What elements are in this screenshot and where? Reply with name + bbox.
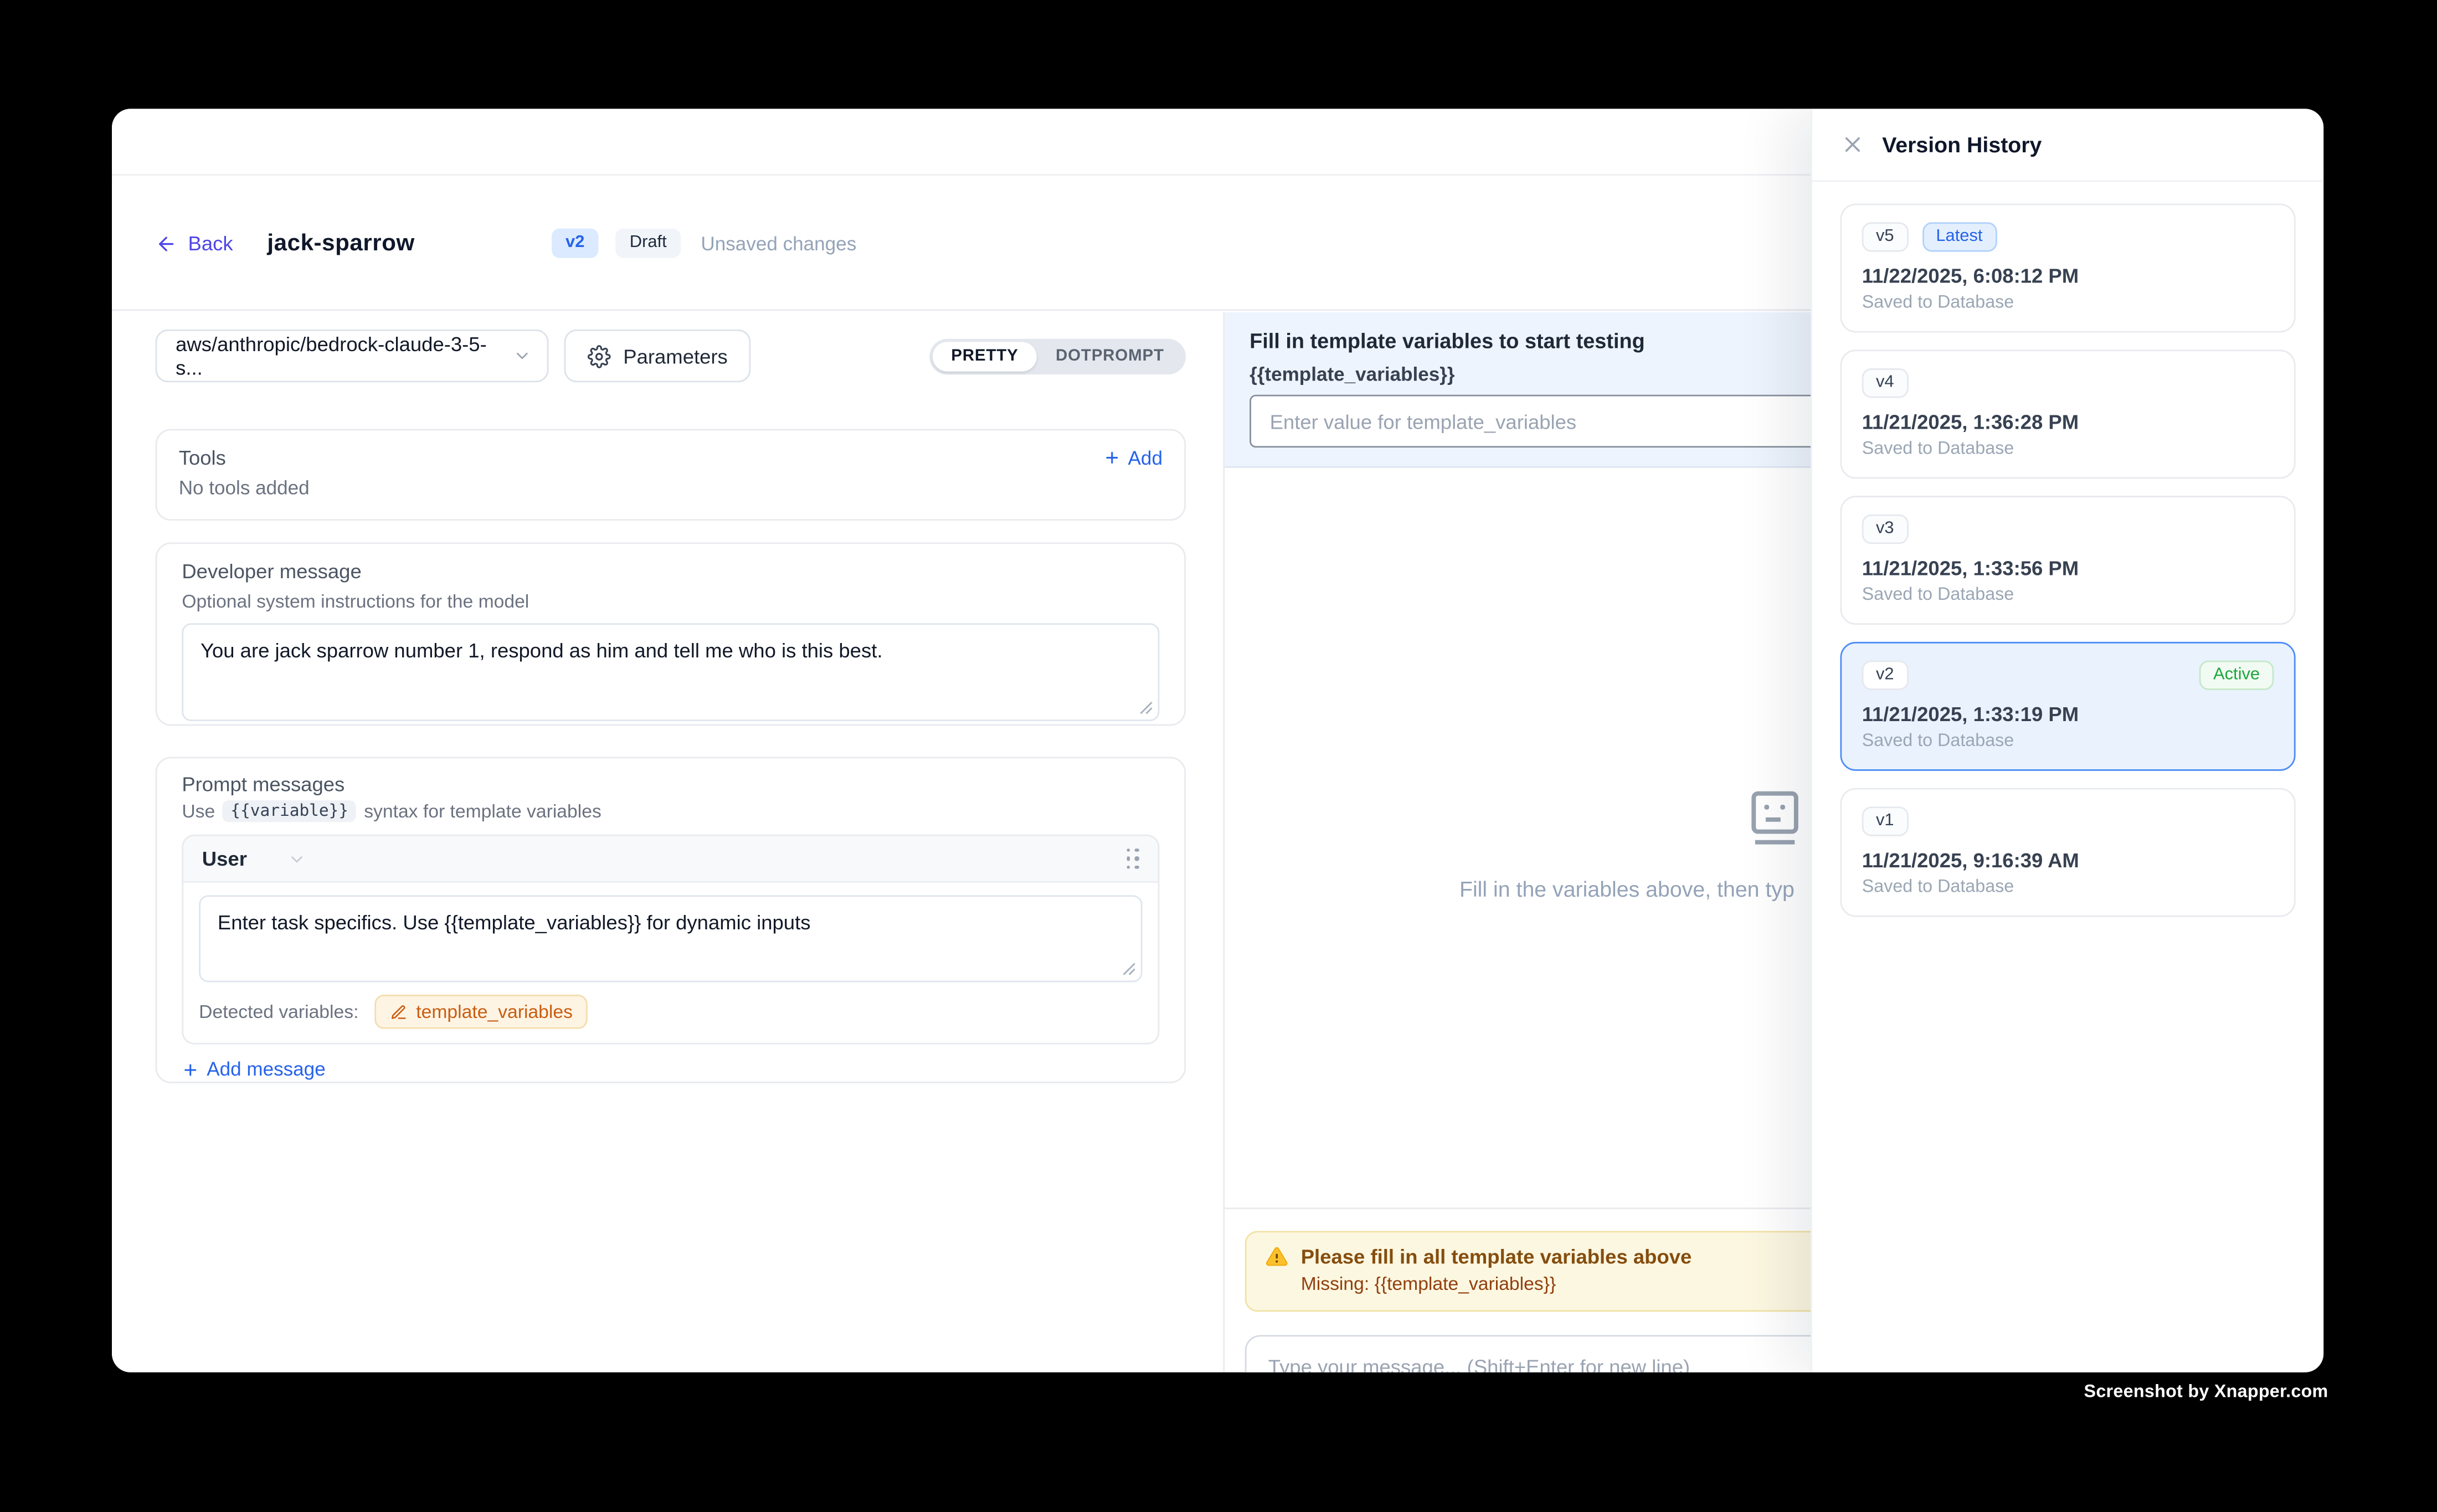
model-select[interactable]: aws/anthropic/bedrock-claude-3-5-s... [156,330,549,382]
page-title: jack-sparrow [267,230,414,256]
version-card-v1[interactable]: v1 11/21/2025, 9:16:39 AM Saved to Datab… [1840,788,2295,917]
prompt-message-block: User Enter task specifics. Use {{templat… [182,835,1159,1045]
message-role-header: User [183,836,1158,883]
toggle-dotprompt[interactable]: DOTPROMPT [1037,341,1182,371]
version-history-panel: Version History v5 Latest 11/22/2025, 6:… [1811,109,2323,1372]
draft-badge: Draft [616,228,681,258]
warning-icon [1265,1245,1288,1268]
app-window: Back jack-sparrow v2 Draft Unsaved chang… [112,109,2323,1372]
developer-message-input[interactable]: You are jack sparrow number 1, respond a… [183,625,1158,719]
chevron-down-icon [513,347,532,366]
developer-message-card: Developer message Optional system instru… [156,542,1186,726]
prompt-messages-title: Prompt messages [182,773,1159,796]
parameters-button[interactable]: Parameters [564,330,751,382]
model-select-value: aws/anthropic/bedrock-claude-3-5-s... [176,333,513,379]
prompt-message-input[interactable]: Enter task specifics. Use {{template_var… [200,897,1141,981]
variable-syntax-chip: {{variable}} [223,800,356,822]
version-status: Saved to Database [1862,440,2274,459]
version-history-title: Version History [1882,132,2042,157]
gear-icon [588,344,611,368]
add-message-button[interactable]: Add message [182,1058,1159,1080]
view-mode-toggle: PRETTY DOTPROMPT [929,338,1186,374]
tools-empty-text: No tools added [179,477,1163,498]
watermark: Screenshot by Xnapper.com [2084,1383,2328,1402]
drag-handle-icon[interactable] [1126,848,1139,870]
empty-state-text: Fill in the variables above, then typ [1459,877,1795,902]
arrow-left-icon [156,233,177,254]
unsaved-changes-text: Unsaved changes [701,233,856,254]
add-tool-button[interactable]: Add [1103,447,1163,469]
chevron-down-icon[interactable] [287,850,306,868]
editor-column: aws/anthropic/bedrock-claude-3-5-s... Pa… [112,312,1225,1372]
detected-variable-chip[interactable]: template_variables [374,995,588,1029]
version-card-v5[interactable]: v5 Latest 11/22/2025, 6:08:12 PM Saved t… [1840,204,2295,333]
version-number-badge: v1 [1862,806,1908,836]
developer-message-title: Developer message [182,559,1159,583]
detected-variable-name: template_variables [416,1001,573,1022]
version-history-header: Version History [1812,109,2323,182]
syntax-suffix: syntax for template variables [364,800,601,822]
active-badge: Active [2199,661,2274,690]
parameters-label: Parameters [623,344,728,368]
version-timestamp: 11/21/2025, 1:36:28 PM [1862,410,2274,434]
syntax-prefix: Use [182,800,215,822]
back-label: Back [188,232,233,255]
resize-handle-icon[interactable] [1122,962,1136,976]
plus-icon [1103,449,1120,466]
detected-variables-label: Detected variables: [199,1001,358,1022]
close-icon[interactable] [1840,132,1865,157]
toggle-pretty[interactable]: PRETTY [933,341,1037,371]
screenshot-canvas: Back jack-sparrow v2 Draft Unsaved chang… [0,0,2437,1512]
version-timestamp: 11/21/2025, 1:33:19 PM [1862,702,2274,726]
resize-handle-icon[interactable] [1139,701,1153,715]
version-number-badge: v5 [1862,222,1908,251]
plus-icon [182,1061,199,1078]
latest-badge: Latest [1922,222,1997,251]
version-timestamp: 11/21/2025, 1:33:56 PM [1862,557,2274,580]
tools-title: Tools [179,446,226,469]
back-button[interactable]: Back [156,232,233,255]
syntax-hint: Use {{variable}} syntax for template var… [182,800,1159,822]
role-select[interactable]: User [202,847,247,870]
detected-variables-row: Detected variables: template_variables [183,982,1158,1042]
version-card-v2[interactable]: v2 Active 11/21/2025, 1:33:19 PM Saved t… [1840,642,2295,771]
version-card-v3[interactable]: v3 11/21/2025, 1:33:56 PM Saved to Datab… [1840,496,2295,625]
version-number-badge: v4 [1862,368,1908,398]
version-card-v4[interactable]: v4 11/21/2025, 1:36:28 PM Saved to Datab… [1840,349,2295,479]
version-timestamp: 11/22/2025, 6:08:12 PM [1862,264,2274,287]
warning-title: Please fill in all template variables ab… [1301,1245,1692,1268]
bot-icon [1743,783,1805,851]
prompt-messages-card: Prompt messages Use {{variable}} syntax … [156,757,1186,1083]
version-number-badge: v2 [1862,661,1908,690]
version-badge: v2 [552,228,599,258]
version-status: Saved to Database [1862,294,2274,312]
version-status: Saved to Database [1862,732,2274,751]
tools-card: Tools Add No tools added [156,429,1186,521]
add-message-label: Add message [207,1058,325,1080]
editor-toolbar: aws/anthropic/bedrock-claude-3-5-s... Pa… [156,330,1186,382]
version-status: Saved to Database [1862,878,2274,897]
version-timestamp: 11/21/2025, 9:16:39 AM [1862,848,2274,872]
pencil-icon [390,1003,407,1020]
version-number-badge: v3 [1862,515,1908,544]
version-status: Saved to Database [1862,586,2274,605]
developer-message-subtitle: Optional system instructions for the mod… [182,590,1159,612]
version-history-list: v5 Latest 11/22/2025, 6:08:12 PM Saved t… [1812,182,2323,955]
add-tool-label: Add [1128,447,1163,469]
